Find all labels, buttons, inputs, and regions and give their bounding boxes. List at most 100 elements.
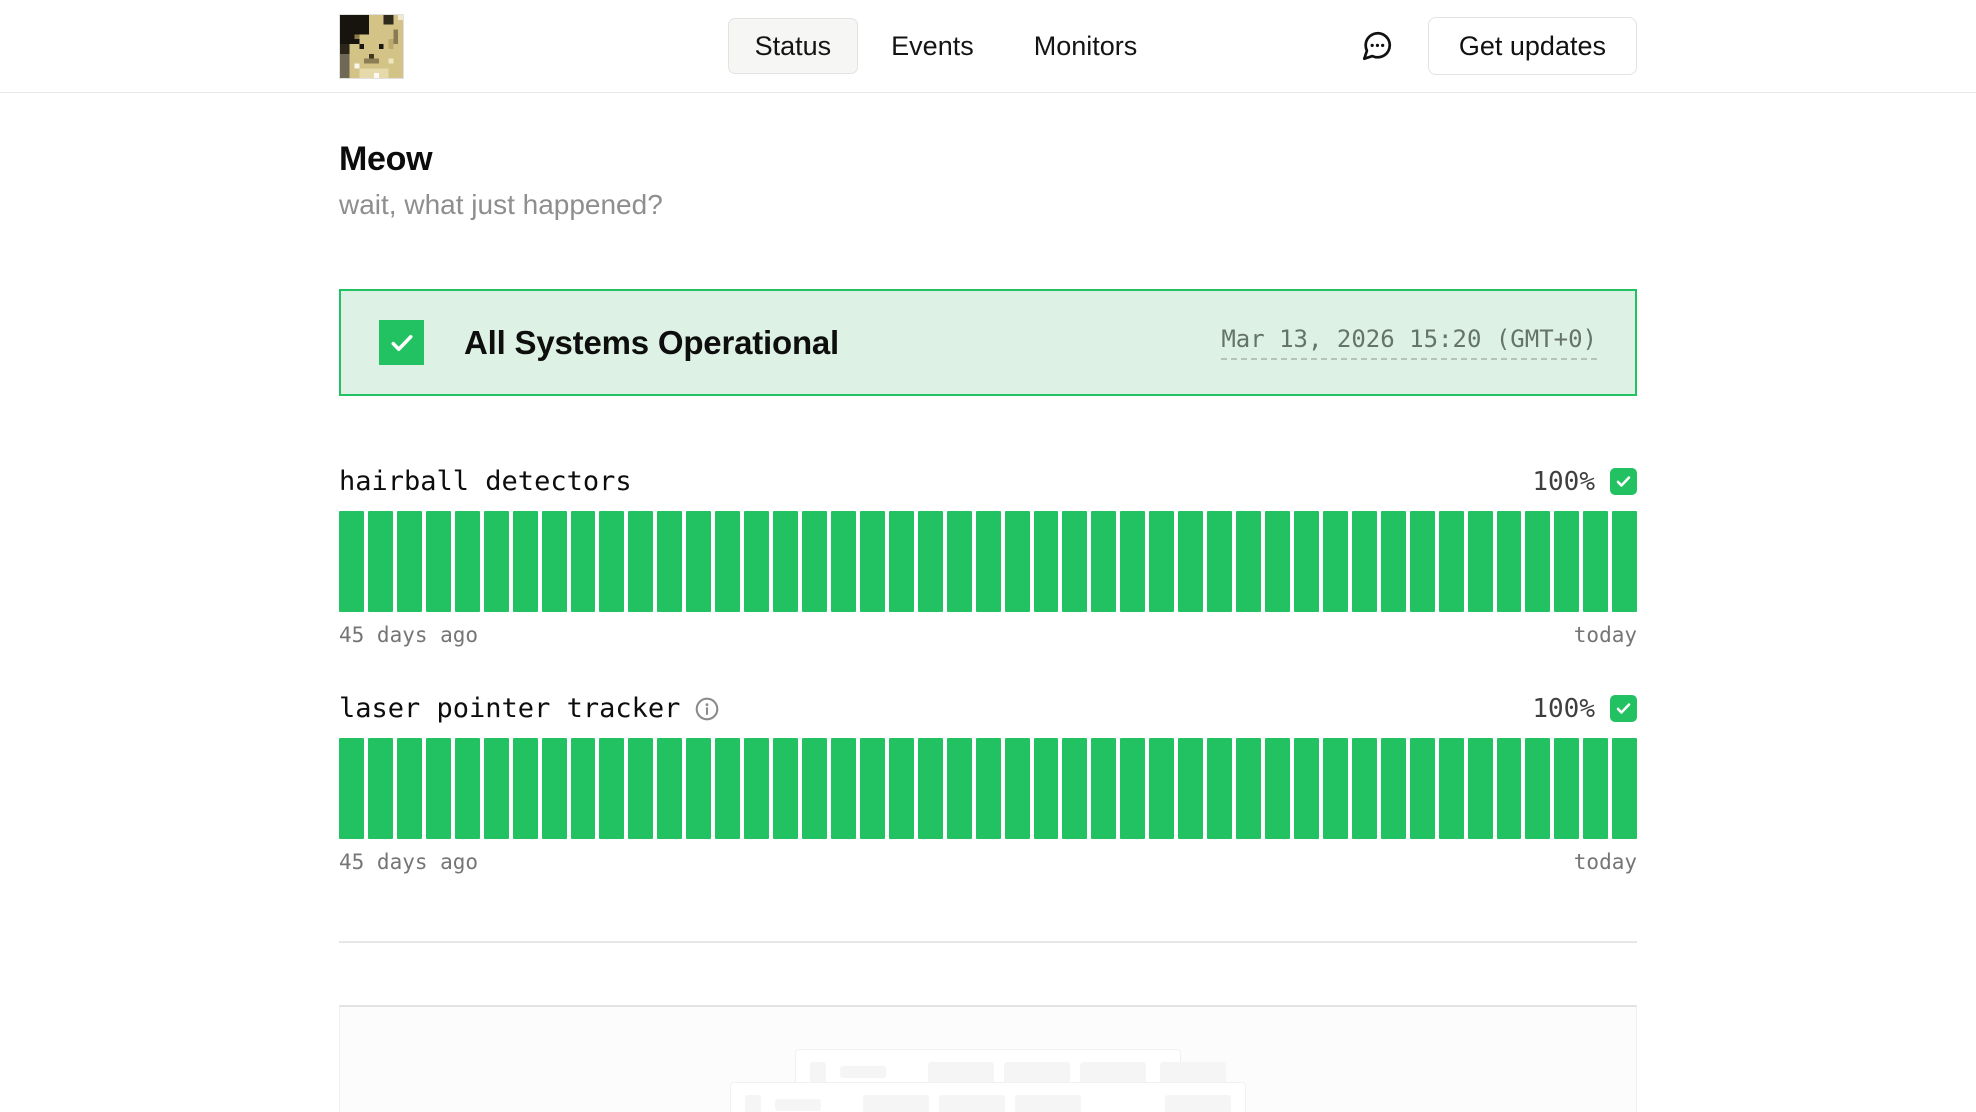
uptime-bar[interactable] <box>1525 738 1550 839</box>
uptime-bar[interactable] <box>1554 511 1579 612</box>
uptime-bar[interactable] <box>1120 738 1145 839</box>
uptime-bar[interactable] <box>484 511 509 612</box>
tab-monitors[interactable]: Monitors <box>1007 18 1165 74</box>
uptime-bar[interactable] <box>571 738 596 839</box>
uptime-bar[interactable] <box>1612 738 1637 839</box>
uptime-bar[interactable] <box>1091 511 1116 612</box>
uptime-bar[interactable] <box>1236 738 1261 839</box>
uptime-bar[interactable] <box>1583 511 1608 612</box>
uptime-bar[interactable] <box>1294 738 1319 839</box>
info-icon[interactable] <box>694 696 720 722</box>
uptime-bar[interactable] <box>1149 511 1174 612</box>
uptime-bar[interactable] <box>1091 738 1116 839</box>
uptime-bar[interactable] <box>1323 738 1348 839</box>
tab-status[interactable]: Status <box>728 18 859 74</box>
uptime-bar[interactable] <box>918 511 943 612</box>
uptime-bar[interactable] <box>1207 738 1232 839</box>
uptime-bar[interactable] <box>484 738 509 839</box>
uptime-bar[interactable] <box>1612 511 1637 612</box>
uptime-bar[interactable] <box>860 511 885 612</box>
uptime-bar[interactable] <box>976 511 1001 612</box>
uptime-bar[interactable] <box>657 511 682 612</box>
uptime-bar[interactable] <box>1149 738 1174 839</box>
uptime-bar[interactable] <box>1352 511 1377 612</box>
uptime-bar[interactable] <box>368 511 393 612</box>
uptime-bar[interactable] <box>1381 738 1406 839</box>
uptime-bar[interactable] <box>1034 511 1059 612</box>
uptime-bar[interactable] <box>426 511 451 612</box>
uptime-bar[interactable] <box>773 738 798 839</box>
uptime-bar[interactable] <box>1265 738 1290 839</box>
uptime-bar[interactable] <box>628 511 653 612</box>
tab-events[interactable]: Events <box>864 18 1001 74</box>
info-circle-icon <box>694 696 720 722</box>
uptime-bar[interactable] <box>1468 738 1493 839</box>
uptime-bar[interactable] <box>599 738 624 839</box>
uptime-bar[interactable] <box>802 738 827 839</box>
uptime-bar[interactable] <box>715 738 740 839</box>
uptime-bar[interactable] <box>1497 738 1522 839</box>
uptime-bar[interactable] <box>1525 511 1550 612</box>
uptime-bar[interactable] <box>455 738 480 839</box>
uptime-bar[interactable] <box>426 738 451 839</box>
uptime-bar[interactable] <box>339 511 364 612</box>
uptime-bar[interactable] <box>1468 511 1493 612</box>
uptime-bar[interactable] <box>1583 738 1608 839</box>
uptime-bar[interactable] <box>802 511 827 612</box>
uptime-bar[interactable] <box>1265 511 1290 612</box>
uptime-bar[interactable] <box>889 738 914 839</box>
uptime-bar[interactable] <box>860 738 885 839</box>
uptime-bar[interactable] <box>889 511 914 612</box>
uptime-bar[interactable] <box>686 511 711 612</box>
uptime-bar[interactable] <box>397 738 422 839</box>
uptime-bar[interactable] <box>1294 511 1319 612</box>
uptime-bar[interactable] <box>628 738 653 839</box>
uptime-bar[interactable] <box>1207 511 1232 612</box>
uptime-bar[interactable] <box>1410 738 1435 839</box>
uptime-bar[interactable] <box>1439 738 1464 839</box>
uptime-bar[interactable] <box>744 738 769 839</box>
uptime-bar[interactable] <box>831 511 856 612</box>
uptime-bar[interactable] <box>773 511 798 612</box>
uptime-bar[interactable] <box>947 738 972 839</box>
uptime-bar[interactable] <box>455 511 480 612</box>
uptime-bar[interactable] <box>976 738 1001 839</box>
uptime-bar[interactable] <box>542 738 567 839</box>
uptime-percentage: 100% <box>1532 694 1595 724</box>
uptime-bar[interactable] <box>339 738 364 839</box>
uptime-bar[interactable] <box>831 738 856 839</box>
uptime-bar[interactable] <box>715 511 740 612</box>
uptime-bar[interactable] <box>657 738 682 839</box>
uptime-bar[interactable] <box>918 738 943 839</box>
uptime-bar[interactable] <box>1323 511 1348 612</box>
uptime-bar[interactable] <box>1178 738 1203 839</box>
uptime-bar[interactable] <box>1120 511 1145 612</box>
uptime-bar[interactable] <box>1178 511 1203 612</box>
uptime-bar[interactable] <box>513 511 538 612</box>
uptime-bar[interactable] <box>1410 511 1435 612</box>
site-logo[interactable] <box>339 14 404 79</box>
uptime-bar[interactable] <box>947 511 972 612</box>
banner-timestamp[interactable]: Mar 13, 2026 15:20 (GMT+0) <box>1221 325 1597 360</box>
uptime-bar[interactable] <box>1236 511 1261 612</box>
uptime-bar[interactable] <box>1439 511 1464 612</box>
uptime-bar[interactable] <box>1005 511 1030 612</box>
uptime-bar[interactable] <box>571 511 596 612</box>
uptime-bar[interactable] <box>599 511 624 612</box>
uptime-bar[interactable] <box>397 511 422 612</box>
uptime-bar[interactable] <box>1352 738 1377 839</box>
uptime-bar[interactable] <box>744 511 769 612</box>
uptime-bar[interactable] <box>1554 738 1579 839</box>
get-updates-button[interactable]: Get updates <box>1428 17 1637 75</box>
uptime-bar[interactable] <box>1381 511 1406 612</box>
uptime-bar[interactable] <box>686 738 711 839</box>
uptime-bar[interactable] <box>368 738 393 839</box>
uptime-bar[interactable] <box>1005 738 1030 839</box>
uptime-bar[interactable] <box>1062 738 1087 839</box>
feedback-chat-button[interactable] <box>1360 29 1394 63</box>
uptime-bar[interactable] <box>1034 738 1059 839</box>
uptime-bar[interactable] <box>513 738 538 839</box>
uptime-bar[interactable] <box>1497 511 1522 612</box>
uptime-bar[interactable] <box>542 511 567 612</box>
uptime-bar[interactable] <box>1062 511 1087 612</box>
